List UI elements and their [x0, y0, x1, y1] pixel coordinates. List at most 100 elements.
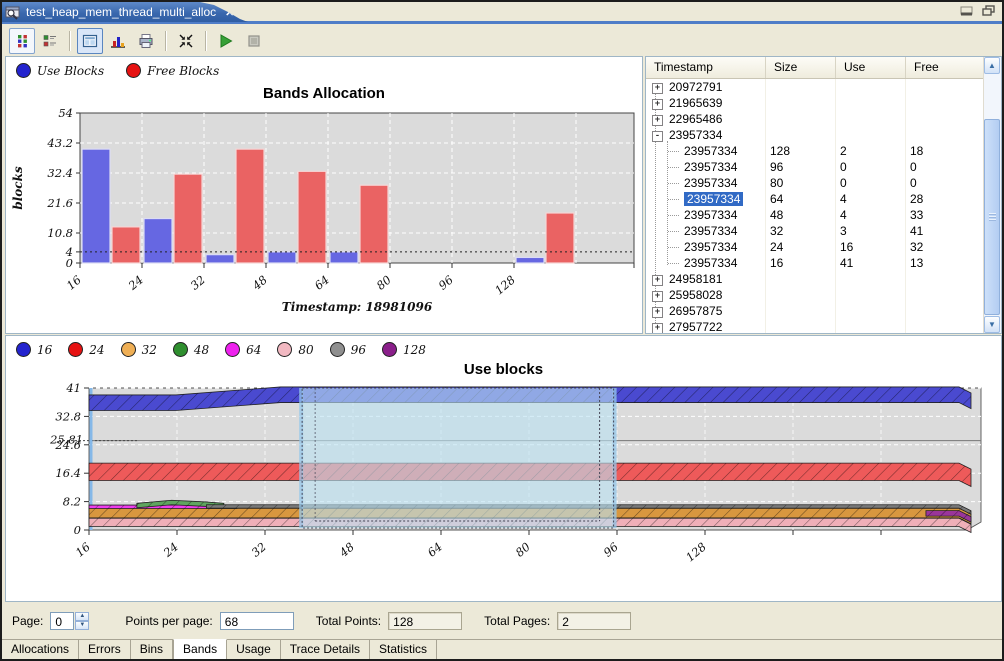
scroll-down-icon[interactable]: ▼ [984, 316, 1000, 333]
editor-tab[interactable]: test_heap_mem_thread_multi_alloc ✕ [2, 2, 248, 22]
spin-down-icon[interactable]: ▼ [75, 621, 89, 630]
list-columns-button[interactable] [37, 28, 63, 54]
bands-allocation-chart[interactable]: 0410.821.632.443.25416243248648096128blo… [8, 105, 640, 333]
size-cell [766, 127, 836, 143]
tree-expand-icon[interactable]: + [652, 99, 663, 110]
size-cell: 64 [766, 191, 836, 207]
print-button[interactable] [133, 28, 159, 54]
close-icon[interactable]: ✕ [225, 6, 234, 19]
restore-icon[interactable] [982, 5, 996, 17]
timestamp-cell[interactable]: 22965486 [669, 112, 722, 126]
use-cell: 4 [836, 207, 906, 223]
view-tab-trace-details[interactable]: Trace Details [281, 640, 370, 660]
timestamp-cell[interactable]: 20972791 [669, 80, 722, 94]
column-header-free[interactable]: Free [906, 57, 984, 78]
table-row[interactable]: 2395733464428 [646, 191, 984, 207]
table-row[interactable]: +24958181 [646, 271, 984, 287]
bands-allocation-panel: Use BlocksFree Blocks Bands Allocation 0… [5, 56, 643, 334]
window-layout-icon [82, 33, 98, 49]
tree-expand-icon[interactable]: + [652, 323, 663, 333]
table-row[interactable]: +25958028 [646, 287, 984, 303]
page-spin-buttons: ▲ ▼ [75, 612, 89, 630]
grid-dots-button[interactable] [9, 28, 35, 54]
svg-text:80: 80 [374, 273, 394, 293]
timestamp-cell[interactable]: 25958028 [669, 288, 722, 302]
table-row[interactable]: 239573348000 [646, 175, 984, 191]
timestamp-cell[interactable]: 24958181 [669, 272, 722, 286]
table-row[interactable]: +20972791 [646, 79, 984, 95]
legend-item: 128 [382, 342, 426, 357]
table-row[interactable]: 2395733448433 [646, 207, 984, 223]
points-per-page-input[interactable]: 68 [220, 612, 294, 630]
size-cell: 24 [766, 239, 836, 255]
timestamp-cell[interactable]: 23957334 [684, 208, 737, 222]
free-cell [906, 111, 984, 127]
minimize-icon[interactable] [960, 5, 974, 17]
table-row[interactable]: 23957334128218 [646, 143, 984, 159]
table-row[interactable]: +26957875 [646, 303, 984, 319]
tree-collapse-icon[interactable]: - [652, 131, 663, 142]
spin-up-icon[interactable]: ▲ [75, 612, 89, 621]
timestamp-cell[interactable]: 23957334 [684, 224, 737, 238]
timestamp-cell[interactable]: 23957334 [684, 256, 737, 270]
view-tab-allocations[interactable]: Allocations [2, 640, 79, 660]
table-row[interactable]: +22965486 [646, 111, 984, 127]
timestamp-cell[interactable]: 26957875 [669, 304, 722, 318]
window-layout-button[interactable] [77, 28, 103, 54]
timestamp-cell[interactable]: 23957334 [684, 192, 743, 206]
legend-dot-icon [16, 342, 31, 357]
svg-text:25.81: 25.81 [49, 433, 83, 447]
column-header-use[interactable]: Use [836, 57, 906, 78]
table-row[interactable]: 23957334241632 [646, 239, 984, 255]
use-cell [836, 271, 906, 287]
table-header: Timestamp Size Use Free [646, 57, 984, 79]
timestamp-cell[interactable]: 23957334 [669, 128, 722, 142]
total-points-label: Total Points: [316, 614, 381, 628]
scrollbar-thumb[interactable] [984, 119, 1000, 315]
view-tab-bins[interactable]: Bins [131, 640, 173, 660]
view-tab-bands[interactable]: Bands [173, 639, 227, 659]
table-scrollbar[interactable]: ▲ ▼ [983, 57, 1001, 333]
column-header-timestamp[interactable]: Timestamp [646, 57, 766, 78]
view-tab-statistics[interactable]: Statistics [370, 640, 437, 660]
timestamp-cell[interactable]: 23957334 [684, 160, 737, 174]
column-header-size[interactable]: Size [766, 57, 836, 78]
svg-text:128: 128 [492, 273, 518, 298]
svg-text:24: 24 [160, 540, 181, 561]
view-tab-usage[interactable]: Usage [227, 640, 281, 660]
legend-dot-icon [330, 342, 345, 357]
page-spinner[interactable]: 0 [50, 612, 74, 630]
use-cell [836, 95, 906, 111]
table-row[interactable]: 2395733432341 [646, 223, 984, 239]
tree-expand-icon[interactable]: + [652, 83, 663, 94]
bar-chart-button[interactable] [105, 28, 131, 54]
table-row[interactable]: +21965639 [646, 95, 984, 111]
tree-expand-icon[interactable]: + [652, 115, 663, 126]
run-button[interactable] [213, 28, 239, 54]
table-row[interactable]: -23957334 [646, 127, 984, 143]
tree-expand-icon[interactable]: + [652, 275, 663, 286]
legend-item: 96 [330, 342, 366, 357]
collapse-button[interactable] [173, 28, 199, 54]
grid-dots-icon [14, 33, 30, 49]
table-row[interactable]: 239573349600 [646, 159, 984, 175]
use-blocks-chart[interactable]: 08.216.424.632.84125.8116243248648096128 [7, 380, 999, 602]
timestamp-cell[interactable]: 23957334 [684, 240, 737, 254]
tree-expand-icon[interactable]: + [652, 307, 663, 318]
table-row[interactable]: +27957722 [646, 319, 984, 333]
view-tab-bar: AllocationsErrorsBinsBandsUsageTrace Det… [2, 639, 1002, 660]
view-tab-errors[interactable]: Errors [79, 640, 131, 660]
scroll-up-icon[interactable]: ▲ [984, 57, 1000, 74]
timestamp-cell[interactable]: 23957334 [684, 176, 737, 190]
legend-item: 48 [173, 342, 209, 357]
legend-dot-icon [277, 342, 292, 357]
size-cell [766, 111, 836, 127]
table-row[interactable]: 23957334164113 [646, 255, 984, 271]
size-cell [766, 319, 836, 333]
timestamp-cell[interactable]: 27957722 [669, 320, 722, 333]
tree-expand-icon[interactable]: + [652, 291, 663, 302]
timestamp-cell[interactable]: 21965639 [669, 96, 722, 110]
timestamp-cell[interactable]: 23957334 [684, 144, 737, 158]
stop-button[interactable] [241, 28, 267, 54]
svg-text:4: 4 [65, 245, 73, 259]
